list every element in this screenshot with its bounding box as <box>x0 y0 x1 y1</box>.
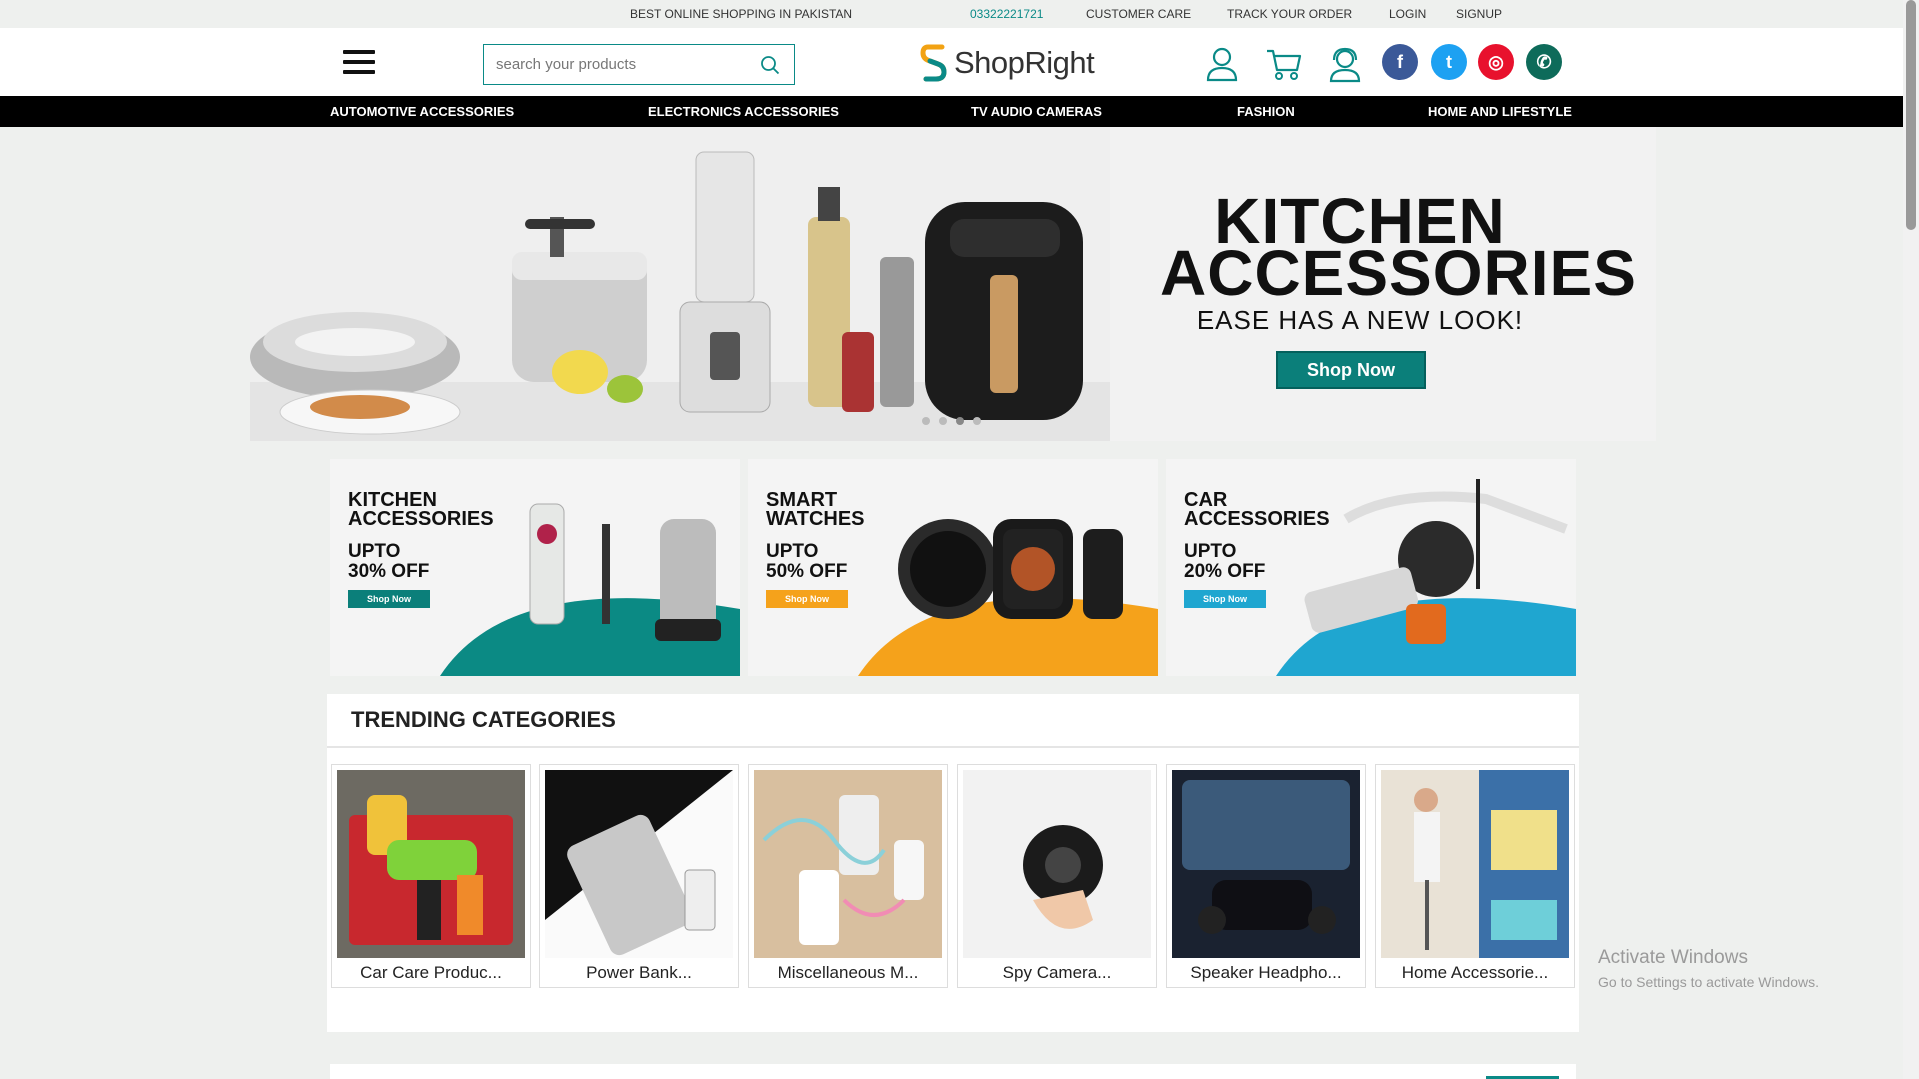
track-order-link[interactable]: TRACK YOUR ORDER <box>1227 7 1352 21</box>
carousel-dot[interactable] <box>973 417 981 425</box>
category-label: Car Care Produc... <box>360 963 502 982</box>
windows-activation-watermark: Activate Windows Go to Settings to activ… <box>1598 947 1819 990</box>
promo-offer: UPTO 30% OFF <box>348 541 430 582</box>
carousel-dot[interactable] <box>922 417 930 425</box>
car-care-image <box>337 770 525 958</box>
twitter-icon[interactable]: t <box>1431 44 1467 80</box>
category-card[interactable]: Power Bank... <box>539 764 739 988</box>
nav-automotive[interactable]: AUTOMOTIVE ACCESSORIES <box>330 104 514 119</box>
promo-watches[interactable]: SMART WATCHES UPTO 50% OFF Shop Now <box>748 459 1158 676</box>
login-link[interactable]: LOGIN <box>1389 7 1426 21</box>
promo-shop-now-button[interactable]: Shop Now <box>348 590 430 608</box>
hero-subtitle: EASE HAS A NEW LOOK! <box>1196 305 1524 335</box>
cart-icon[interactable] <box>1264 44 1304 84</box>
user-icon[interactable] <box>1202 44 1242 84</box>
watermark-title: Activate Windows <box>1598 947 1748 968</box>
menu-icon[interactable] <box>343 50 375 76</box>
carousel-dot[interactable] <box>956 417 964 425</box>
page-scrollbar[interactable] <box>1903 0 1919 1079</box>
facebook-icon[interactable]: f <box>1382 44 1418 80</box>
customer-care-link[interactable]: CUSTOMER CARE <box>1086 7 1191 21</box>
brand-name: ShopRight <box>954 45 1095 80</box>
promo-car[interactable]: CAR ACCESSORIES UPTO 20% OFF Shop Now <box>1166 459 1576 676</box>
nav-tv-audio[interactable]: TV AUDIO CAMERAS <box>971 104 1102 119</box>
next-section-edge <box>330 1064 1576 1079</box>
tagline: BEST ONLINE SHOPPING IN PAKISTAN <box>630 7 853 21</box>
site-header: ShopRight f t ◎ ✆ <box>0 28 1903 96</box>
divider <box>327 746 1579 748</box>
logo-mark-icon <box>920 44 947 82</box>
nav-home-lifestyle[interactable]: HOME AND LIFESTYLE <box>1428 104 1572 119</box>
category-label: Home Accessorie... <box>1401 963 1549 982</box>
category-card[interactable]: Home Accessorie... <box>1375 764 1575 988</box>
hero-banner[interactable]: KITCHEN ACCESSORIES EASE HAS A NEW LOOK! … <box>250 127 1656 441</box>
instagram-icon[interactable]: ◎ <box>1478 44 1514 80</box>
whatsapp-icon[interactable]: ✆ <box>1526 44 1562 80</box>
category-card[interactable]: Miscellaneous M... <box>748 764 948 988</box>
home-accessories-image <box>1381 770 1569 958</box>
nav-electronics[interactable]: ELECTRONICS ACCESSORIES <box>648 104 839 119</box>
category-card[interactable]: Car Care Produc... <box>331 764 531 988</box>
promo-offer: UPTO 50% OFF <box>766 541 848 582</box>
promo-title: CAR ACCESSORIES <box>1184 489 1330 530</box>
category-label: Spy Camera... <box>1002 963 1112 982</box>
promo-kitchen[interactable]: KITCHEN ACCESSORIES UPTO 30% OFF Shop Now <box>330 459 740 676</box>
hero-title: KITCHEN ACCESSORIES <box>1160 185 1637 309</box>
hero-shop-now-button[interactable]: Shop Now <box>1276 351 1426 389</box>
promo-shop-now-button[interactable]: Shop Now <box>766 590 848 608</box>
search-icon[interactable] <box>760 55 780 75</box>
promo-offer: UPTO 20% OFF <box>1184 541 1266 582</box>
nav-fashion[interactable]: FASHION <box>1237 104 1295 119</box>
speaker-headphones-image <box>1172 770 1360 958</box>
signup-link[interactable]: SIGNUP <box>1456 7 1502 21</box>
watermark-subtitle: Go to Settings to activate Windows. <box>1598 974 1819 990</box>
category-label: Miscellaneous M... <box>777 963 919 982</box>
power-bank-image <box>545 770 733 958</box>
hero-kitchen-image <box>250 127 1110 441</box>
support-icon[interactable] <box>1325 44 1365 84</box>
phone-link[interactable]: 03322221721 <box>970 7 1043 21</box>
promo-title: SMART WATCHES <box>766 489 865 530</box>
category-label: Speaker Headpho... <box>1190 963 1342 982</box>
top-strip: BEST ONLINE SHOPPING IN PAKISTAN 0332222… <box>0 0 1903 28</box>
brand-logo[interactable]: ShopRight <box>920 42 1095 84</box>
carousel-dots <box>922 417 981 425</box>
search-input[interactable] <box>484 45 744 84</box>
category-nav: AUTOMOTIVE ACCESSORIES ELECTRONICS ACCES… <box>0 96 1903 127</box>
category-card[interactable]: Spy Camera... <box>957 764 1157 988</box>
category-label: Power Bank... <box>586 963 692 982</box>
search-box <box>483 44 795 85</box>
promo-shop-now-button[interactable]: Shop Now <box>1184 590 1266 608</box>
scrollbar-thumb[interactable] <box>1906 0 1916 230</box>
section-heading: TRENDING CATEGORIES <box>351 707 616 732</box>
miscellaneous-image <box>754 770 942 958</box>
carousel-dot[interactable] <box>939 417 947 425</box>
promo-title: KITCHEN ACCESSORIES <box>348 489 494 530</box>
spy-camera-image <box>963 770 1151 958</box>
category-card[interactable]: Speaker Headpho... <box>1166 764 1366 988</box>
